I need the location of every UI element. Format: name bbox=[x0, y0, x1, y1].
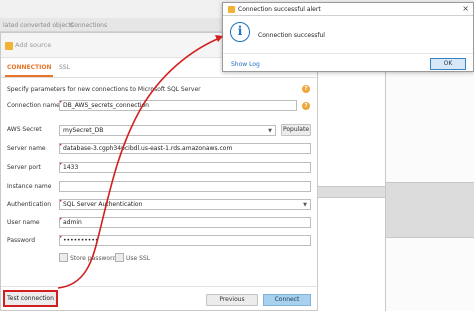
background-tab-connections[interactable]: Connections bbox=[70, 22, 107, 29]
use-ssl-label: Use SSL bbox=[126, 255, 151, 262]
add-source-dialog: Add source CONNECTION SSL Specify parame… bbox=[0, 32, 319, 311]
footer-divider bbox=[1, 286, 319, 287]
user-name-field[interactable]: admin bbox=[59, 217, 311, 228]
password-value: •••••••••• bbox=[63, 237, 99, 244]
aws-secret-label: AWS Secret bbox=[7, 126, 42, 133]
background-middle-pane bbox=[318, 32, 385, 311]
tab-ssl[interactable]: SSL bbox=[59, 64, 70, 71]
password-label: Password bbox=[7, 237, 36, 244]
background-tab-converted[interactable]: lated converted objects bbox=[3, 22, 74, 29]
app-logo-icon bbox=[5, 42, 13, 50]
ok-button[interactable]: OK bbox=[430, 58, 466, 70]
connection-name-field[interactable]: DB_AWS_secrets_connection bbox=[59, 100, 297, 111]
previous-button[interactable]: Previous bbox=[206, 294, 258, 306]
connection-name-label: Connection name bbox=[7, 102, 60, 109]
aws-secret-value: mySecret_DB bbox=[63, 127, 104, 134]
store-password-label: Store password bbox=[70, 255, 117, 262]
alert-divider bbox=[223, 53, 473, 54]
app-logo-icon bbox=[228, 6, 235, 13]
help-icon[interactable]: ? bbox=[302, 102, 310, 110]
server-name-value: database-3.cgph34pcibdl.us-east-1.rds.am… bbox=[63, 145, 233, 152]
instance-name-label: Instance name bbox=[7, 183, 52, 190]
alert-title: Connection successful alert bbox=[238, 6, 321, 13]
use-ssl-checkbox[interactable] bbox=[115, 253, 124, 262]
aws-secret-dropdown[interactable]: mySecret_DB ▼ bbox=[59, 125, 276, 136]
store-password-checkbox[interactable] bbox=[59, 253, 68, 262]
server-port-label: Server port bbox=[7, 164, 41, 171]
authentication-value: SQL Server Authentication bbox=[63, 201, 143, 208]
password-field[interactable]: •••••••••• bbox=[59, 235, 311, 246]
connection-name-value: DB_AWS_secrets_connection bbox=[63, 102, 149, 109]
dialog-title: Add source bbox=[15, 41, 52, 49]
authentication-label: Authentication bbox=[7, 201, 52, 208]
server-name-label: Server name bbox=[7, 145, 46, 152]
user-name-value: admin bbox=[63, 219, 82, 226]
show-log-link[interactable]: Show Log bbox=[231, 61, 260, 68]
server-name-field[interactable]: database-3.cgph34pcibdl.us-east-1.rds.am… bbox=[59, 143, 311, 154]
help-icon[interactable]: ? bbox=[302, 85, 310, 93]
alert-title-bar: Connection successful alert × bbox=[223, 3, 473, 16]
server-port-field[interactable]: 1433 bbox=[59, 162, 311, 173]
instance-name-field[interactable] bbox=[59, 181, 311, 192]
tab-connection[interactable]: CONNECTION bbox=[7, 64, 52, 71]
tab-divider bbox=[1, 77, 319, 78]
chevron-down-icon: ▼ bbox=[268, 128, 272, 134]
background-right-pane bbox=[385, 32, 474, 311]
connect-button[interactable]: Connect bbox=[263, 294, 311, 306]
background-right-divider bbox=[386, 182, 474, 238]
user-name-label: User name bbox=[7, 219, 40, 226]
close-icon[interactable]: × bbox=[462, 4, 469, 13]
authentication-dropdown[interactable]: SQL Server Authentication ▼ bbox=[59, 199, 311, 210]
instruction-text: Specify parameters for new connections t… bbox=[7, 86, 201, 93]
populate-button[interactable]: Populate bbox=[281, 124, 311, 136]
alert-message: Connection successful bbox=[258, 32, 325, 39]
info-icon: i bbox=[230, 22, 250, 42]
test-connection-button[interactable]: Test connection bbox=[3, 290, 58, 307]
server-port-value: 1433 bbox=[63, 164, 79, 171]
chevron-down-icon: ▼ bbox=[303, 202, 307, 208]
background-middle-strip bbox=[318, 186, 385, 198]
connection-alert-window: Connection successful alert × i Connecti… bbox=[222, 2, 474, 72]
